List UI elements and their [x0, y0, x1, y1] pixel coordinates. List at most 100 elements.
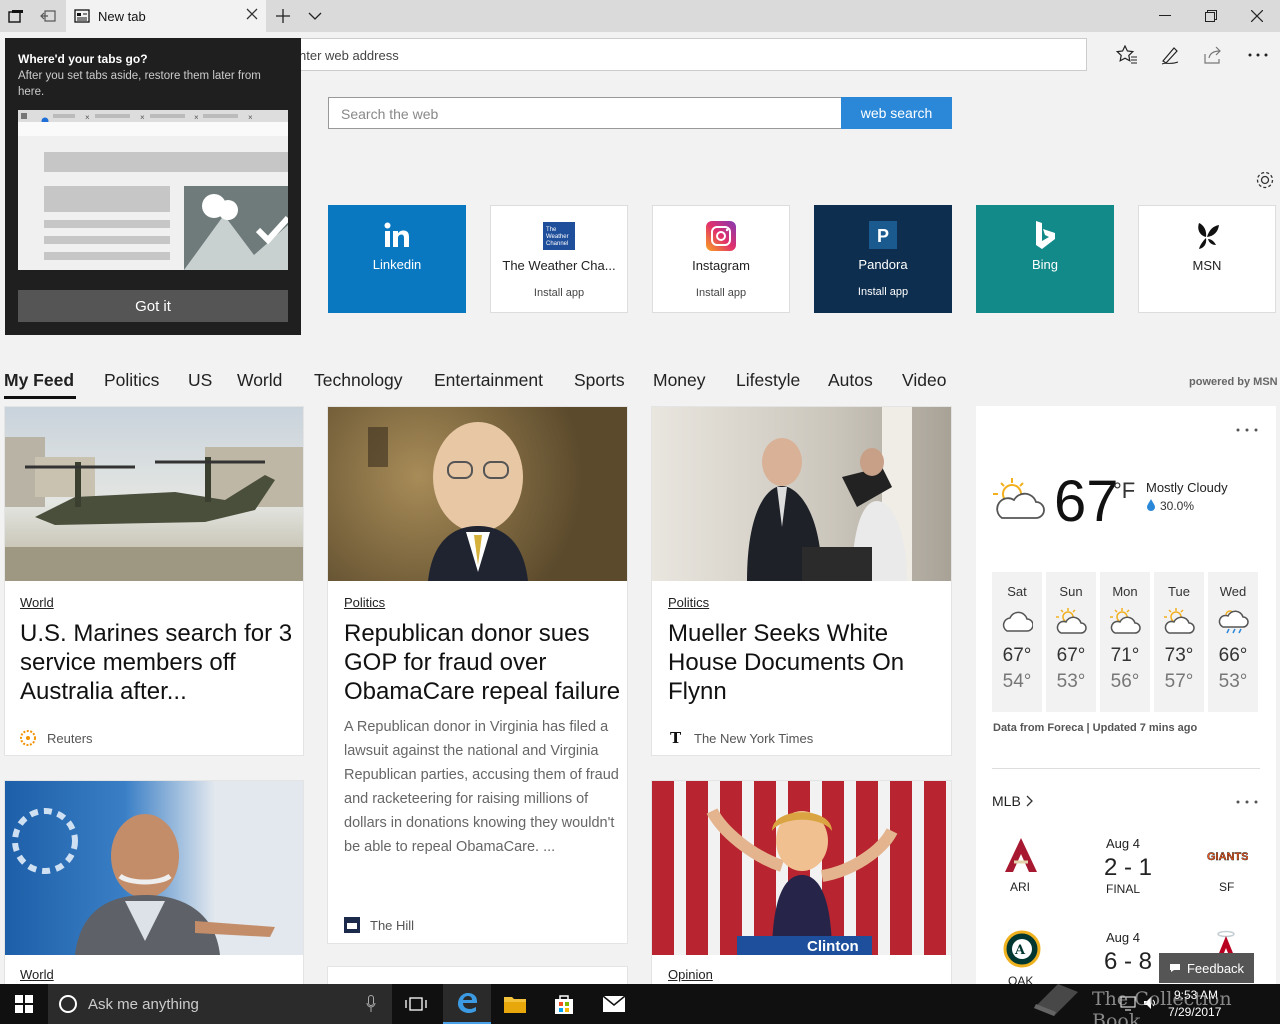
address-placeholder: nter web address	[299, 48, 399, 63]
forecast-day-name: Tue	[1168, 584, 1190, 599]
tile-weather-channel[interactable]: The Weather Channel The Weather Cha... Ins…	[490, 205, 628, 313]
article-category[interactable]: Politics	[344, 595, 385, 610]
article-source: The New York Times	[694, 731, 814, 746]
share-icon[interactable]	[1200, 43, 1226, 67]
tab-preview-chevron-icon[interactable]	[305, 6, 325, 26]
cortana-circle-icon	[58, 994, 78, 1014]
web-search-button[interactable]: web search	[841, 97, 952, 129]
article-category[interactable]: World	[20, 595, 54, 610]
tab-entertainment[interactable]: Entertainment	[434, 370, 543, 391]
svg-text:P: P	[877, 226, 889, 246]
feedback-button[interactable]: Feedback	[1159, 953, 1254, 983]
web-note-icon[interactable]	[1157, 43, 1183, 67]
tab-new-tab[interactable]: New tab	[66, 0, 266, 32]
tile-label: The Weather Cha...	[502, 258, 616, 273]
article-category[interactable]: World	[20, 967, 54, 982]
forecast-day[interactable]: Mon 71° 56°	[1100, 572, 1150, 712]
microphone-icon[interactable]	[366, 995, 376, 1013]
tab-politics[interactable]: Politics	[104, 370, 159, 391]
divider	[992, 768, 1260, 769]
tab-world[interactable]: World	[237, 370, 282, 391]
tab-money[interactable]: Money	[653, 370, 706, 391]
svg-text:Channel: Channel	[546, 241, 568, 247]
got-it-button[interactable]: Got it	[18, 290, 288, 322]
weather-footer: Data from Foreca | Updated 7 mins ago	[993, 722, 1198, 734]
tab-lifestyle[interactable]: Lifestyle	[736, 370, 800, 391]
the-hill-logo-icon	[344, 917, 360, 933]
mail-icon[interactable]	[590, 984, 638, 1024]
address-bar[interactable]: nter web address	[190, 38, 1087, 71]
article-headline[interactable]: U.S. Marines search for 3 service member…	[20, 619, 295, 706]
article-headline[interactable]: Mueller Seeks White House Documents On F…	[668, 619, 918, 706]
popup-body: After you set tabs aside, restore them l…	[18, 70, 261, 98]
tile-instagram[interactable]: Instagram Install app	[652, 205, 790, 313]
article-image-portrait	[328, 407, 627, 581]
tile-bing[interactable]: Bing	[976, 205, 1114, 313]
reuters-logo-icon	[20, 730, 36, 746]
set-tabs-aside-icon[interactable]	[38, 6, 58, 26]
install-app-link[interactable]: Install app	[858, 286, 908, 298]
more-icon[interactable]	[1245, 43, 1271, 67]
forecast-day-name: Sat	[1007, 584, 1027, 599]
tile-pandora[interactable]: P Pandora Install app	[814, 205, 952, 313]
edge-taskbar-icon[interactable]	[443, 984, 491, 1024]
tab-video[interactable]: Video	[902, 370, 946, 391]
tab-sports[interactable]: Sports	[574, 370, 625, 391]
restore-icon[interactable]	[1188, 0, 1234, 32]
close-window-icon[interactable]	[1234, 0, 1280, 32]
away-team: ARI	[1010, 880, 1031, 894]
store-icon[interactable]	[540, 984, 588, 1024]
favorites-icon[interactable]	[1114, 43, 1140, 67]
article-category[interactable]: Politics	[668, 595, 709, 610]
forecast-low: 56°	[1110, 671, 1140, 692]
file-explorer-icon[interactable]	[491, 984, 539, 1024]
install-app-link[interactable]: Install app	[696, 287, 746, 299]
tile-msn[interactable]: MSN	[1138, 205, 1276, 313]
forecast-high: 67°	[1056, 645, 1086, 666]
giants-logo-icon: GIANTS	[1206, 846, 1248, 866]
forecast-day[interactable]: Sat 67° 54°	[992, 572, 1042, 712]
tabs-aside-icon[interactable]	[6, 6, 26, 26]
new-tab-icon[interactable]	[273, 6, 293, 26]
minimize-icon[interactable]	[1142, 0, 1188, 32]
forecast-day[interactable]: Sun 67° 53°	[1046, 572, 1096, 712]
news-card[interactable]: Politics Republican donor sues GOP for f…	[327, 406, 628, 944]
weather-more-icon[interactable]	[1236, 428, 1258, 432]
athletics-logo-icon: A	[1003, 930, 1041, 968]
linkedin-icon	[381, 219, 413, 251]
article-image-rally: Clinton	[652, 781, 951, 955]
mlb-link[interactable]: MLB	[992, 793, 1021, 809]
tab-technology[interactable]: Technology	[314, 370, 403, 391]
forecast-day[interactable]: Wed 66° 53°	[1208, 572, 1258, 712]
search-input[interactable]: Search the web	[328, 97, 842, 129]
tab-autos[interactable]: Autos	[828, 370, 873, 391]
article-image-speaker	[5, 781, 303, 955]
tile-linkedin[interactable]: Linkedin	[328, 205, 466, 313]
forecast-high: 66°	[1218, 645, 1248, 666]
news-card[interactable]: World U.S. Marines search for 3 service …	[4, 406, 304, 756]
forecast-day[interactable]: Tue 73° 57°	[1154, 572, 1204, 712]
news-card[interactable]: Clinton Opinion	[651, 780, 952, 990]
page-icon	[74, 9, 90, 23]
article-headline[interactable]: Republican donor sues GOP for fraud over…	[344, 619, 624, 706]
article-image-aircraft	[5, 407, 303, 581]
nyt-logo-icon: T	[670, 730, 684, 746]
news-card[interactable]: World	[4, 780, 304, 990]
forecast-low: 54°	[1002, 671, 1032, 692]
windows-start-icon[interactable]	[0, 984, 48, 1024]
weather-condition: Mostly Cloudy	[1146, 480, 1228, 495]
tab-us[interactable]: US	[188, 370, 212, 391]
tile-label: Bing	[1031, 257, 1059, 272]
close-tab-icon[interactable]	[246, 8, 258, 20]
chevron-right-icon[interactable]	[1026, 795, 1034, 807]
tab-my-feed[interactable]: My Feed	[4, 370, 74, 391]
article-category[interactable]: Opinion	[668, 967, 713, 982]
cortana-search-box[interactable]: Ask me anything	[48, 984, 392, 1024]
install-app-link[interactable]: Install app	[534, 287, 584, 299]
news-card[interactable]: Politics Mueller Seeks White House Docum…	[651, 406, 952, 756]
mlb-more-icon[interactable]	[1236, 800, 1258, 804]
game-score: 6 - 8	[1104, 948, 1153, 975]
game-date: Aug 4	[1106, 836, 1140, 851]
task-view-icon[interactable]	[392, 984, 440, 1024]
customize-gear-icon[interactable]	[1254, 169, 1276, 191]
